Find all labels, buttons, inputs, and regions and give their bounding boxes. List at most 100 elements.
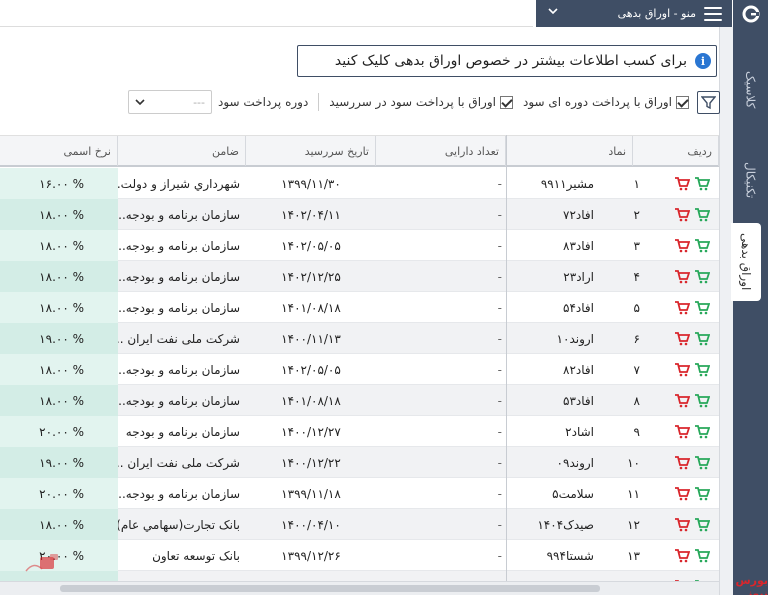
cell-maturity-text: ۱۴۰۱/۰۸/۱۸ (281, 393, 341, 408)
buy-cart-icon[interactable] (694, 331, 710, 346)
table-row[interactable]: % ۲۰.۰۰ سازمان برنامه و بودجه ۱۴۰۰/۱۲/۲۷ - ا… (0, 416, 719, 447)
filter-button[interactable] (697, 90, 720, 114)
maturity-payment-checkbox[interactable]: اوراق با پرداخت سود در سررسید (329, 95, 513, 109)
cell-symbol-text: اروند۱۰ (556, 331, 594, 346)
tab-classic[interactable]: کلاسیک (733, 55, 768, 125)
table-row[interactable]: % ۱۸.۰۰ سازمان برنامه و بودجه... ۱۴۰۲/۰۵/۰… (0, 230, 719, 261)
cell-holdings: - (376, 540, 506, 571)
cell-row-number-text: ۱۰ (627, 455, 640, 470)
cell-holdings-text: - (497, 424, 502, 439)
bonds-info-link[interactable]: i برای کسب اطلاعات بیشتر در خصوص اوراق ب… (297, 45, 717, 77)
cell-row-number-text: ۱۳ (627, 548, 640, 563)
cell-maturity: ۱۴۰۰/۱۲/۲۷ (246, 416, 376, 447)
sell-cart-icon[interactable] (674, 238, 690, 253)
table-row[interactable]: % ۱۸.۰۰ بانک تجارت(سهامي عام) ۱۴۰۰/۰۴/۱۰ - ص… (0, 509, 719, 540)
cell-symbol: اراد۲۳ (506, 261, 594, 292)
cell-rate-text: % ۱۶.۰۰ (39, 176, 84, 191)
side-strip (719, 27, 733, 595)
payment-period-label: دوره پرداخت سود (218, 95, 309, 109)
sell-cart-icon[interactable] (674, 424, 690, 439)
cell-trade-actions (660, 447, 716, 478)
table-row[interactable]: % ۱۹.۰۰ شرکت ملی نفت ایران ... ۱۴۰۰/۱۲/۲۲ -… (0, 447, 719, 478)
sell-cart-icon[interactable] (674, 300, 690, 315)
cell-row-number: ۴ (594, 261, 648, 292)
menu-button[interactable]: منو - اوراق بدهی (536, 0, 732, 27)
col-header-row[interactable]: ردیف (633, 136, 719, 166)
sell-cart-icon[interactable] (674, 517, 690, 532)
cell-row-number: ۸ (594, 385, 648, 416)
buy-cart-icon[interactable] (694, 300, 710, 315)
buy-cart-icon[interactable] (694, 362, 710, 377)
cell-guarantor: شرکت ملی نفت ایران ... (118, 447, 246, 478)
sell-cart-icon[interactable] (674, 331, 690, 346)
sell-cart-icon[interactable] (674, 455, 690, 470)
periodic-payment-label: اوراق با پرداخت دوره ای سود (522, 95, 672, 109)
sell-cart-icon[interactable] (674, 207, 690, 222)
cell-holdings: - (376, 168, 506, 199)
buy-cart-icon[interactable] (694, 393, 710, 408)
table-row[interactable]: % ۱۹.۰۰ شرکت ملی نفت ایران ... ۱۴۰۰/۱۱/۱۳ -… (0, 323, 719, 354)
cell-holdings: - (376, 416, 506, 447)
tab-bonds-label: اوراق بدهی (739, 233, 753, 291)
col-header-maturity[interactable]: تاریخ سررسید (246, 136, 376, 166)
cell-rate-text: % ۱۸.۰۰ (39, 207, 84, 222)
bonds-table: ردیف نماد تعداد دارایی تاریخ سررسید ضامن… (0, 135, 719, 595)
cell-symbol: سلامت۵ (506, 478, 594, 509)
buy-cart-icon[interactable] (694, 548, 710, 563)
buy-cart-icon[interactable] (694, 176, 710, 191)
cell-maturity-text: ۱۴۰۲/۱۲/۲۵ (281, 269, 341, 284)
cell-holdings-text: - (497, 517, 502, 532)
buy-cart-icon[interactable] (694, 269, 710, 284)
buy-cart-icon[interactable] (694, 517, 710, 532)
app-logo[interactable] (733, 0, 768, 27)
table-row[interactable]: % ۲۰.۰۰ سازمان برنامه و بودجه... ۱۳۹۹/۱۱/۱… (0, 478, 719, 509)
cell-holdings-text: - (497, 331, 502, 346)
buy-cart-icon[interactable] (694, 238, 710, 253)
cell-row-number: ۵ (594, 292, 648, 323)
cell-guarantor: بانک توسعه تعاون (118, 540, 246, 571)
periodic-payment-checkbox[interactable]: اوراق با پرداخت دوره ای سود (523, 95, 689, 109)
horizontal-scrollbar[interactable] (0, 581, 719, 595)
cell-trade-actions (660, 385, 716, 416)
cell-guarantor-text: سازمان برنامه و بودجه... (118, 486, 240, 501)
cell-rate-text: % ۱۸.۰۰ (39, 517, 84, 532)
table-row[interactable]: % ۲۰.۰۰بانک توسعه تعاون۱۳۹۹/۱۲/۲۶-شستا۹۹… (0, 540, 719, 571)
buy-cart-icon[interactable] (694, 455, 710, 470)
chevron-down-icon[interactable] (548, 6, 558, 16)
sell-cart-icon[interactable] (674, 362, 690, 377)
cell-holdings: - (376, 323, 506, 354)
sell-cart-icon[interactable] (674, 486, 690, 501)
cell-guarantor-text: سازمان برنامه و بودجه... (118, 362, 240, 377)
col-header-symbol[interactable]: نماد (506, 136, 633, 166)
buy-cart-icon[interactable] (694, 207, 710, 222)
payment-period-select[interactable]: --- (128, 90, 212, 114)
sell-cart-icon[interactable] (674, 548, 690, 563)
cell-symbol: اشاد۲ (506, 416, 594, 447)
sell-cart-icon[interactable] (674, 393, 690, 408)
col-header-holdings[interactable]: تعداد دارایی (376, 136, 506, 166)
sell-cart-icon[interactable] (674, 269, 690, 284)
cell-trade-actions (660, 230, 716, 261)
tab-bonds[interactable]: اوراق بدهی (731, 223, 761, 301)
cell-guarantor-text: سازمان برنامه و بودجه... (118, 269, 240, 284)
table-row[interactable]: % ۱۸.۰۰ سازمان برنامه و بودجه... ۱۴۰۲/۱۲/۲… (0, 261, 719, 292)
filter-row: اوراق با پرداخت دوره ای سود اوراق با پرد… (110, 88, 720, 116)
col-header-rate[interactable]: نرخ اسمی (0, 136, 118, 166)
cell-maturity-text: ۱۴۰۲/۰۵/۰۵ (281, 238, 341, 253)
tab-technical[interactable]: تکنیکال (733, 145, 768, 215)
scrollbar-thumb[interactable] (60, 585, 600, 592)
sell-cart-icon[interactable] (674, 176, 690, 191)
col-header-guarantor[interactable]: ضامن (118, 136, 246, 166)
cell-row-number-text: ۱۱ (627, 486, 640, 501)
cell-holdings-text: - (497, 455, 502, 470)
cell-rate: % ۱۸.۰۰ (0, 354, 118, 385)
table-row[interactable]: % ۱۸.۰۰ سازمان برنامه و بودجه... ۱۴۰۱/۰۸/۱… (0, 292, 719, 323)
buy-cart-icon[interactable] (694, 486, 710, 501)
table-row[interactable]: % ۱۸.۰۰ سازمان برنامه و بودجه... ۱۴۰۲/۰۵/۰… (0, 354, 719, 385)
table-row[interactable]: % ۱۸.۰۰ سازمان برنامه و بودجه... ۱۴۰۲/۰۴/۱… (0, 199, 719, 230)
cell-rate-text: % ۱۸.۰۰ (39, 238, 84, 253)
buy-cart-icon[interactable] (694, 424, 710, 439)
table-row[interactable]: % ۱۶.۰۰ شهرداري شيراز و دولت... ۱۳۹۹/۱۱/۳۰… (0, 168, 719, 199)
table-row[interactable]: % ۱۸.۰۰ سازمان برنامه و بودجه... ۱۴۰۱/۰۸/۱… (0, 385, 719, 416)
cell-maturity: ۱۴۰۲/۰۴/۱۱ (246, 199, 376, 230)
